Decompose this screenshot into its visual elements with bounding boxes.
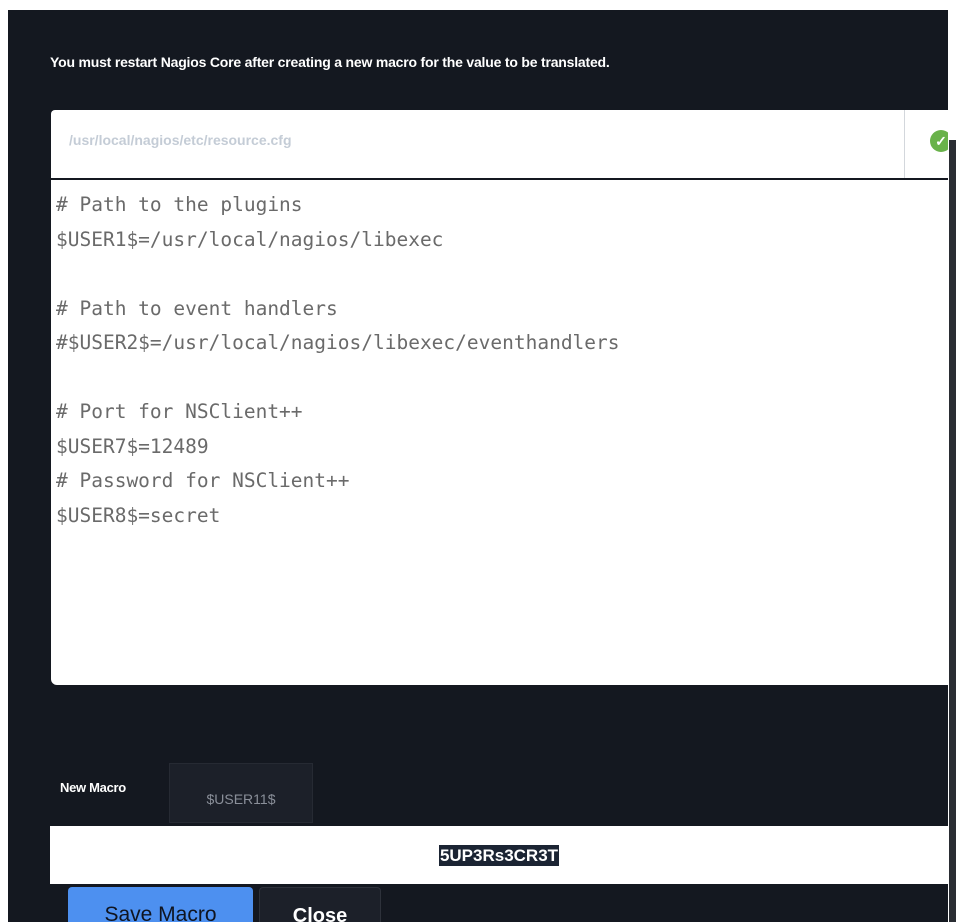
path-divider (904, 110, 905, 178)
restart-notice: You must restart Nagios Core after creat… (50, 54, 610, 70)
editor-line: # Port for NSClient++ (56, 400, 303, 423)
macro-value-selected-text: 5UP3Rs3CR3T (438, 845, 560, 866)
editor-line: $USER8$=secret (56, 503, 221, 527)
editor-line: # Path to the plugins (56, 193, 303, 216)
scrollbar[interactable] (949, 140, 956, 922)
new-macro-label: New Macro (60, 780, 126, 795)
macro-modal: You must restart Nagios Core after creat… (8, 10, 948, 922)
editor-line: # Path to event handlers (56, 296, 338, 320)
editor-line: $USER1$=/usr/local/nagios/libexec (56, 227, 444, 251)
resource-file-bar: /usr/local/nagios/etc/resource.cfg ✓ (51, 110, 948, 178)
new-macro-name: $USER11$ (169, 763, 313, 823)
editor-line: #$USER2$=/usr/local/nagios/libexec/event… (56, 331, 620, 354)
save-macro-button[interactable]: Save Macro (68, 887, 253, 922)
editor-line: # Password for NSClient++ (56, 469, 350, 492)
close-button[interactable]: Close (259, 887, 381, 922)
resource-file-editor[interactable]: # Path to the plugins $USER1$=/usr/local/… (51, 180, 948, 685)
check-circle-icon: ✓ (930, 130, 948, 152)
macro-value-input[interactable]: 5UP3Rs3CR3T (50, 826, 948, 884)
editor-line: $USER7$=12489 (56, 434, 209, 458)
resource-file-path: /usr/local/nagios/etc/resource.cfg (69, 132, 292, 148)
